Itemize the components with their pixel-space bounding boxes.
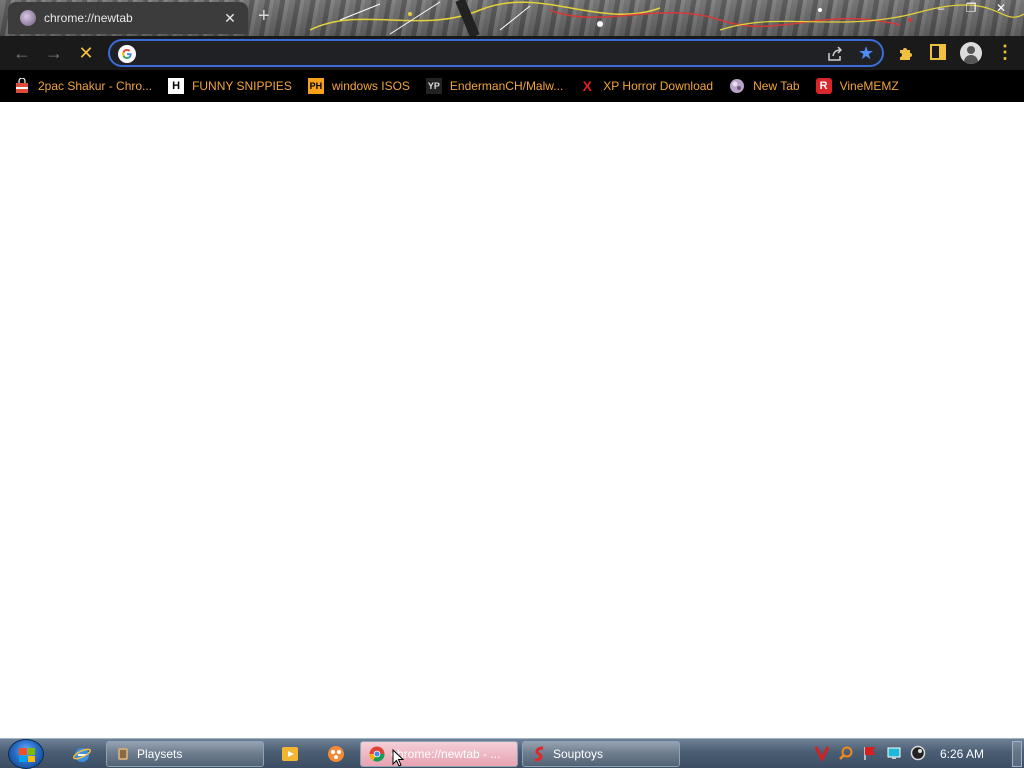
windows-logo-icon — [19, 748, 35, 762]
taskbar-button-chrome[interactable]: chrome://newtab - ... — [360, 741, 518, 767]
globe-icon — [729, 78, 745, 94]
bookmark-item[interactable]: PH windows ISOS — [307, 78, 410, 94]
restore-button[interactable]: ❐ — [956, 0, 986, 16]
address-bar[interactable]: ★ — [108, 39, 884, 67]
theme-background-art — [309, 0, 1024, 36]
playsets-icon — [118, 748, 128, 760]
red-x-icon: X — [582, 78, 592, 94]
tab-title: chrome://newtab — [44, 11, 133, 25]
browser-toolbar: ← → ✕ ★ ⋮ — [0, 36, 1024, 70]
taskbar-button-label: chrome://newtab - ... — [391, 747, 501, 761]
media-player-icon[interactable] — [280, 744, 300, 764]
bookmark-label: XP Horror Download — [603, 79, 714, 93]
ph-logo-icon: PH — [307, 78, 324, 94]
show-desktop-button[interactable] — [1012, 741, 1022, 767]
stop-loading-button[interactable]: ✕ — [74, 41, 98, 65]
shopping-bag-icon — [14, 78, 30, 94]
profile-avatar-icon[interactable] — [960, 42, 982, 64]
bookmark-item[interactable]: 2pac Shakur - Chro... — [14, 78, 152, 94]
h-logo-icon: H — [168, 78, 185, 94]
flag-tray-icon[interactable] — [862, 745, 878, 761]
magnifier-tray-icon[interactable] — [838, 745, 854, 761]
address-input[interactable] — [144, 44, 794, 64]
yp-logo-icon: YP — [425, 78, 442, 94]
monitor-tray-icon[interactable] — [886, 745, 902, 761]
window-controls: – ❐ ✕ — [926, 0, 1016, 16]
bookmark-item[interactable]: YP EndermanCH/Malw... — [425, 78, 564, 94]
taskbar-button-playsets[interactable]: Playsets — [106, 741, 264, 767]
taskbar-button-label: Souptoys — [553, 747, 604, 761]
bookmarks-bar: 2pac Shakur - Chro... H FUNNY SNIPPIES P… — [0, 70, 1024, 102]
mouse-cursor-icon — [392, 749, 404, 767]
system-tray — [814, 745, 926, 761]
taskbar-clock[interactable]: 6:26 AM — [940, 747, 984, 761]
r-logo-icon: R — [815, 78, 832, 94]
souptoys-icon — [534, 746, 544, 762]
page-content — [0, 102, 1024, 738]
start-button[interactable] — [8, 739, 44, 769]
browser-tab-strip: chrome://newtab ✕ + – ❐ ✕ — [0, 0, 1024, 36]
internet-explorer-icon[interactable] — [72, 744, 92, 764]
bookmark-star-icon[interactable]: ★ — [858, 43, 874, 64]
bookmark-label: EndermanCH/Malw... — [449, 79, 564, 93]
bookmark-item[interactable]: X XP Horror Download — [579, 78, 714, 94]
side-panel-icon[interactable] — [930, 44, 946, 60]
media-app-icon[interactable] — [326, 744, 346, 764]
bookmark-label: 2pac Shakur - Chro... — [38, 79, 153, 93]
share-icon[interactable] — [826, 45, 844, 63]
taskbar-button-souptoys[interactable]: Souptoys — [522, 741, 680, 767]
taskbar-button-label: Playsets — [137, 747, 183, 761]
bookmark-item[interactable]: H FUNNY SNIPPIES — [168, 78, 292, 94]
bookmark-item[interactable]: R VineMEMZ — [815, 78, 899, 94]
bookmark-label: FUNNY SNIPPIES — [192, 79, 292, 93]
bookmark-label: VineMEMZ — [839, 79, 899, 93]
bookmark-label: New Tab — [753, 79, 800, 93]
chrome-menu-icon[interactable]: ⋮ — [996, 42, 1014, 63]
extensions-puzzle-icon[interactable] — [896, 43, 916, 63]
windows-taskbar: Playsets chrome://newtab - ... Souptoys … — [0, 738, 1024, 769]
back-button[interactable]: ← — [10, 41, 34, 65]
v-tray-icon[interactable] — [814, 745, 830, 761]
tab-favicon-icon — [20, 10, 36, 26]
circle-tray-icon[interactable] — [910, 745, 926, 761]
bookmark-label: windows ISOS — [331, 79, 410, 93]
tab-newtab[interactable]: chrome://newtab ✕ — [8, 2, 248, 34]
new-tab-button[interactable]: + — [258, 6, 270, 26]
tab-close-icon[interactable]: ✕ — [222, 10, 238, 27]
forward-button[interactable]: → — [42, 41, 66, 65]
bookmark-item[interactable]: New Tab — [729, 78, 800, 94]
close-window-button[interactable]: ✕ — [986, 0, 1016, 16]
google-g-icon — [118, 45, 136, 63]
chrome-icon — [369, 746, 385, 762]
minimize-button[interactable]: – — [926, 0, 956, 16]
